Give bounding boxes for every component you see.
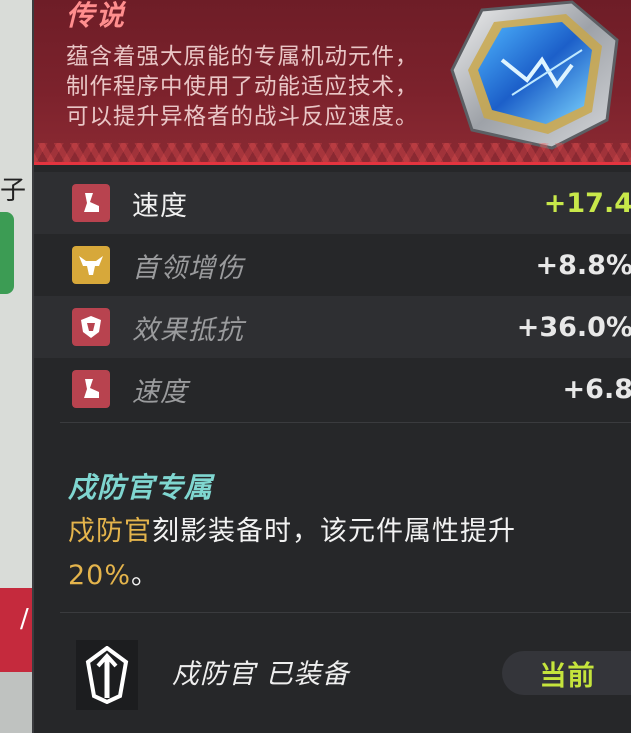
boot-icon xyxy=(72,184,110,222)
shield-icon xyxy=(72,308,110,346)
item-emblem-icon xyxy=(450,0,619,150)
stat-row: 效果抵抗 +36.0% xyxy=(34,296,631,358)
current-button[interactable]: 当前 xyxy=(502,651,631,695)
stat-row: 首领增伤 +8.8% xyxy=(34,234,631,296)
equipped-status: 戍防官 已装备 xyxy=(172,659,350,690)
item-description: 蕴含着强大原能的专属机动元件，制作程序中使用了动能适应技术，可以提升异格者的战斗… xyxy=(66,44,419,130)
stat-value: +36.0% xyxy=(516,311,631,343)
exclusive-character-name: 戍防官 xyxy=(68,516,152,547)
stat-name: 效果抵抗 xyxy=(132,314,244,346)
boot-icon xyxy=(72,370,110,408)
stat-name: 首领增伤 xyxy=(132,252,244,284)
section-divider xyxy=(60,612,631,613)
exclusive-percent: 20% xyxy=(68,560,132,591)
bull-skull-icon xyxy=(72,246,110,284)
exclusive-period: 。 xyxy=(131,560,160,591)
rarity-label: 传说 xyxy=(66,0,127,32)
stats-list: 速度 +17.4 首领增伤 +8.8% 效果抵抗 +36.0% 速度 +6.8 xyxy=(34,172,631,420)
exclusive-description: 戍防官刻影装备时，该元件属性提升 20%。 xyxy=(68,510,608,598)
stat-row: 速度 +6.8 xyxy=(34,358,631,420)
stat-name: 速度 xyxy=(132,190,188,222)
stat-row: 速度 +17.4 xyxy=(34,172,631,234)
stat-value: +6.8 xyxy=(562,373,631,405)
exclusive-title: 戍防官专属 xyxy=(68,471,214,504)
background-green-tab xyxy=(0,212,14,294)
background-red-tab-text: / xyxy=(20,604,29,634)
stat-value: +8.8% xyxy=(535,249,631,281)
exclusive-text: 刻影装备时，该元件属性提升 xyxy=(152,516,516,547)
header-divider xyxy=(34,162,631,165)
section-divider xyxy=(60,422,631,423)
stat-value: +17.4 xyxy=(543,187,631,219)
arrow-crest-icon xyxy=(76,640,138,710)
item-detail-panel: 传说 蕴含着强大原能的专属机动元件，制作程序中使用了动能适应技术，可以提升异格者… xyxy=(32,0,631,733)
stat-name: 速度 xyxy=(132,376,188,408)
item-header: 传说 蕴含着强大原能的专属机动元件，制作程序中使用了动能适应技术，可以提升异格者… xyxy=(34,0,631,165)
background-text: 子 xyxy=(0,176,27,206)
